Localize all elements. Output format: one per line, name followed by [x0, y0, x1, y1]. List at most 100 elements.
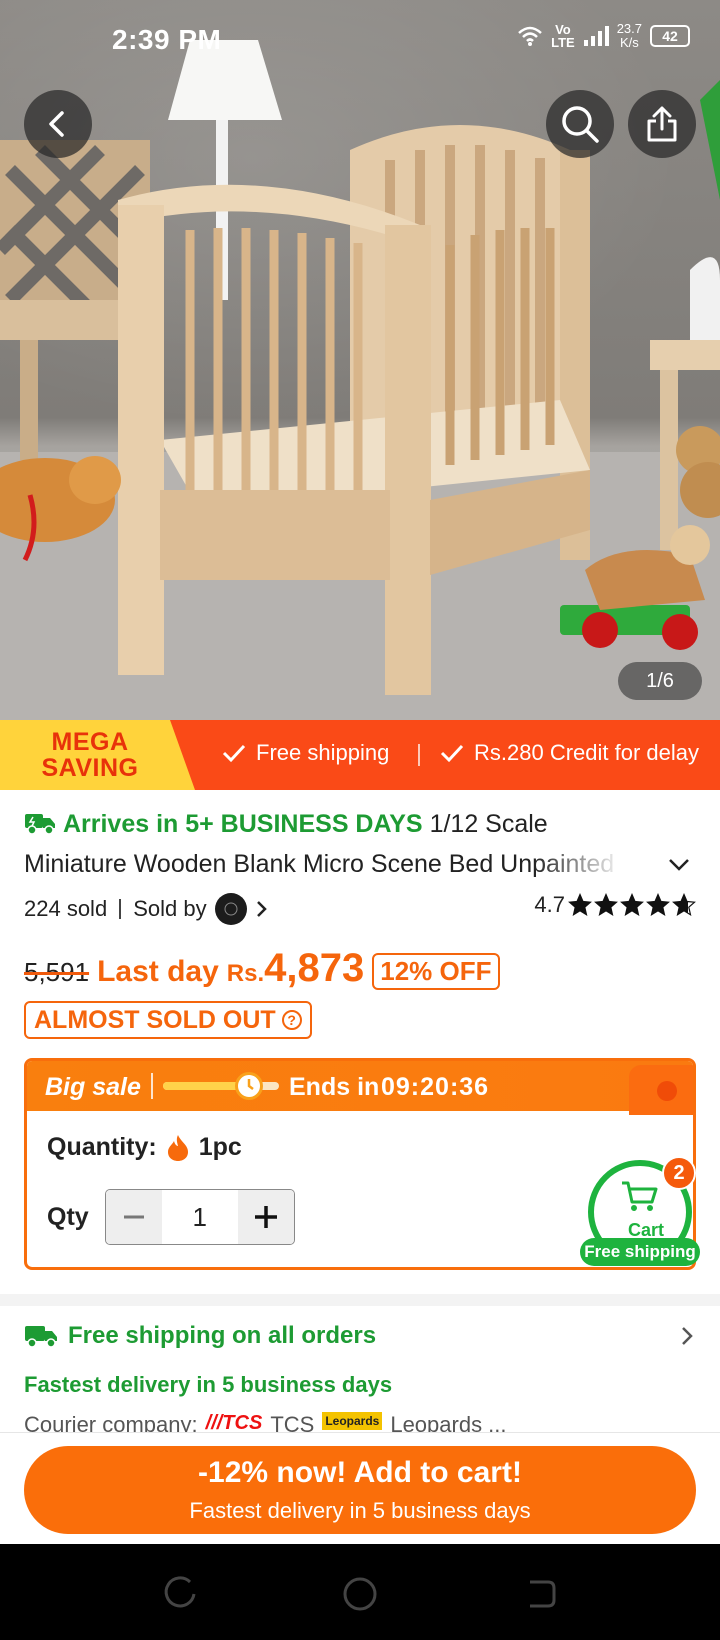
quantity-stepper: 1: [104, 1189, 295, 1245]
chevron-down-icon[interactable]: [666, 852, 692, 878]
section-divider: [0, 1294, 720, 1306]
courier-label: Courier company:: [24, 1412, 198, 1434]
increment-button[interactable]: [237, 1190, 294, 1244]
promo-credit: Rs.280 Credit for delay: [440, 740, 699, 766]
quantity-info: Quantity: 1pc: [47, 1133, 242, 1162]
courier-leopards: Leopards ...: [390, 1412, 507, 1434]
wifi-icon: [518, 26, 542, 46]
speed-value: 23.7: [616, 21, 642, 36]
sold-count: 224 sold: [24, 896, 108, 921]
promo-divider: [418, 744, 420, 766]
speed-unit: K/s: [619, 35, 639, 50]
decrement-button[interactable]: [105, 1190, 162, 1244]
network-type: Vo LTE: [551, 23, 575, 49]
cart-free-shipping-tag: Free shipping: [580, 1238, 700, 1266]
rating-value: 4.7: [534, 892, 565, 917]
price-row: 5,591 Last day Rs. 4,873 12% OFF: [24, 946, 500, 996]
courier-row: Courier company: ///TCS TCS Leopards Leo…: [24, 1412, 507, 1434]
delivery-estimate: Arrives in 5+ BUSINESS DAYS: [62, 810, 423, 838]
back-icon: [49, 111, 64, 137]
sale-decoration-dot: [657, 1081, 677, 1101]
share-button[interactable]: [628, 90, 696, 158]
chevron-right-icon: [682, 1327, 693, 1345]
qty-label: Qty: [47, 1202, 89, 1231]
promo-free-shipping-label: Free shipping: [256, 740, 390, 765]
status-bar: 2:39 PM Vo LTE 23.7 K/s 42: [0, 0, 720, 80]
check-icon: [222, 744, 246, 763]
sale-label: Big sale: [45, 1073, 141, 1101]
quantity-input[interactable]: 1: [161, 1190, 238, 1244]
sold-by-label: Sold by: [133, 896, 207, 921]
mega-saving-text: MEGA SAVING: [30, 729, 150, 781]
help-icon: ?: [281, 1010, 302, 1030]
original-price: 5,591: [24, 957, 90, 987]
search-icon: [562, 106, 599, 143]
last-day-label: Last day: [97, 955, 219, 988]
minus-icon: [123, 1215, 144, 1219]
truck-icon: [25, 1326, 57, 1348]
chevron-right-icon[interactable]: [253, 898, 271, 920]
sale-divider: [151, 1073, 153, 1099]
system-navigation-bar: [0, 1544, 720, 1640]
product-image-carousel[interactable]: 2:39 PM Vo LTE 23.7 K/s 42 1/6: [0, 0, 720, 720]
network-bottom: LTE: [551, 35, 575, 50]
sold-divider: [119, 899, 122, 919]
title-text-part1: 1/12 Scale: [429, 810, 548, 838]
flame-icon: [167, 1134, 188, 1161]
stock-status-badge[interactable]: ALMOST SOLD OUT ?: [24, 1001, 312, 1039]
promo-free-shipping: Free shipping: [222, 740, 389, 766]
promo-banner[interactable]: MEGA SAVING Free shipping Rs.280 Credit …: [0, 720, 720, 790]
star-icon: [620, 893, 644, 917]
tcs-logo: ///TCS: [205, 1412, 263, 1434]
sale-header: Big sale Ends in 09:20:36: [27, 1061, 693, 1115]
sales-seller-row: 224 sold Sold by 4.7: [24, 892, 696, 926]
star-icon: [594, 893, 618, 917]
sale-ends-label: Ends in: [289, 1073, 380, 1101]
shipping-info-row[interactable]: Free shipping on all orders: [24, 1318, 696, 1354]
add-to-cart-label: -12% now! Add to cart!: [198, 1456, 522, 1489]
rating-stars: [568, 893, 696, 917]
cart-button[interactable]: Cart 2 Free shipping: [580, 1156, 700, 1268]
add-to-cart-button[interactable]: -12% now! Add to cart! Fastest delivery …: [24, 1446, 696, 1534]
promo-credit-label: Rs.280 Credit for delay: [474, 740, 699, 765]
stock-status-label: ALMOST SOLD OUT: [34, 1005, 276, 1034]
cart-icon: [622, 1181, 658, 1211]
back-nav-icon[interactable]: [520, 1574, 560, 1614]
sale-progress-fill: [163, 1082, 245, 1090]
status-icons: Vo LTE 23.7 K/s 42: [517, 22, 690, 50]
status-time: 2:39 PM: [112, 24, 222, 55]
star-icon: [568, 893, 592, 917]
home-icon[interactable]: [340, 1574, 380, 1614]
quantity-label: Quantity:: [47, 1133, 157, 1161]
recent-apps-icon[interactable]: [160, 1574, 200, 1614]
search-button[interactable]: [546, 90, 614, 158]
currency: Rs.: [226, 960, 265, 987]
product-page: 2:39 PM Vo LTE 23.7 K/s 42 1/6 MEGA SAVI…: [0, 0, 720, 1640]
signal-icon: [583, 26, 609, 46]
clock-hand: [247, 1079, 254, 1090]
fastest-delivery-label: Fastest delivery in 5 business days: [24, 1372, 393, 1397]
add-to-cart-sublabel: Fastest delivery in 5 business days: [189, 1498, 531, 1523]
star-icon: [646, 893, 670, 917]
clock-icon: [235, 1072, 263, 1100]
product-photo: [0, 40, 720, 720]
quantity-value: 1pc: [198, 1133, 242, 1161]
title-line-1: Arrives in 5+ BUSINESS DAYS 1/12 Scale: [24, 804, 696, 844]
share-icon: [647, 106, 677, 142]
back-button[interactable]: [24, 90, 92, 158]
current-price: 4,873: [264, 946, 365, 990]
image-counter: 1/6: [618, 662, 702, 700]
courier-tcs: TCS: [270, 1412, 315, 1434]
seller-avatar[interactable]: [214, 893, 247, 925]
mega-line2: SAVING: [41, 754, 139, 782]
star-icon: [672, 893, 696, 917]
plus-icon: [254, 1206, 277, 1228]
check-icon: [440, 744, 464, 763]
product-title[interactable]: Arrives in 5+ BUSINESS DAYS 1/12 Scale M…: [24, 804, 696, 884]
free-shipping-all-label: Free shipping on all orders: [68, 1322, 377, 1349]
title-text-part2: Miniature Wooden Blank Micro Scene Bed U…: [24, 850, 615, 878]
qty-row: Qty 1: [47, 1189, 295, 1245]
rating[interactable]: 4.7: [534, 892, 696, 918]
sale-countdown: 09:20:36: [381, 1073, 490, 1101]
bottom-action-bar: -12% now! Add to cart! Fastest delivery …: [0, 1432, 720, 1544]
